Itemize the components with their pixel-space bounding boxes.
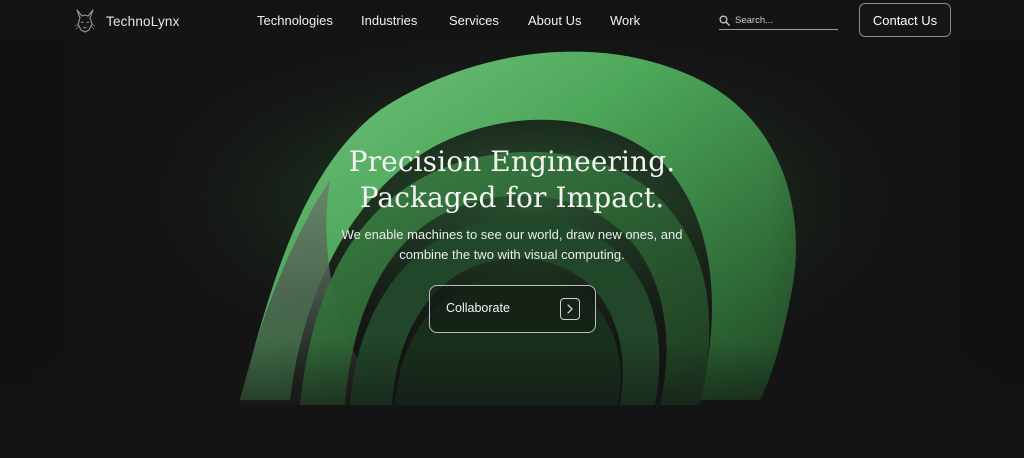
hero-section: Precision Engineering. Packaged for Impa… [0,40,1024,458]
search-icon[interactable] [719,14,730,26]
hero-headline: Precision Engineering. Packaged for Impa… [312,144,712,216]
nav-about-us[interactable]: About Us [528,13,581,28]
hero-subtitle: We enable machines to see our world, dra… [312,225,712,265]
hero-headline-line-1: Precision Engineering. [348,145,676,178]
logo[interactable]: TechnoLynx [74,9,180,33]
chevron-right-icon [567,304,573,314]
nav-industries[interactable]: Industries [361,13,417,28]
nav-services[interactable]: Services [449,13,499,28]
search-bar [719,11,838,30]
nav-work[interactable]: Work [610,13,640,28]
top-navbar: TechnoLynx Technologies Industries Servi… [0,0,1024,40]
page: TechnoLynx Technologies Industries Servi… [0,0,1024,458]
nav-technologies[interactable]: Technologies [257,13,333,28]
collaborate-button-label: Collaborate [446,301,510,315]
logo-text: TechnoLynx [106,13,180,29]
collaborate-arrow-box [560,298,580,320]
search-input[interactable] [735,14,830,26]
hero-subtitle-line-2: combine the two with visual computing. [399,247,625,262]
collaborate-button[interactable]: Collaborate [429,285,596,333]
hero-subtitle-line-1: We enable machines to see our world, dra… [341,227,683,242]
hero-headline-line-2: Packaged for Impact. [359,181,665,214]
lynx-head-icon [74,9,96,33]
contact-us-button[interactable]: Contact Us [859,3,951,37]
